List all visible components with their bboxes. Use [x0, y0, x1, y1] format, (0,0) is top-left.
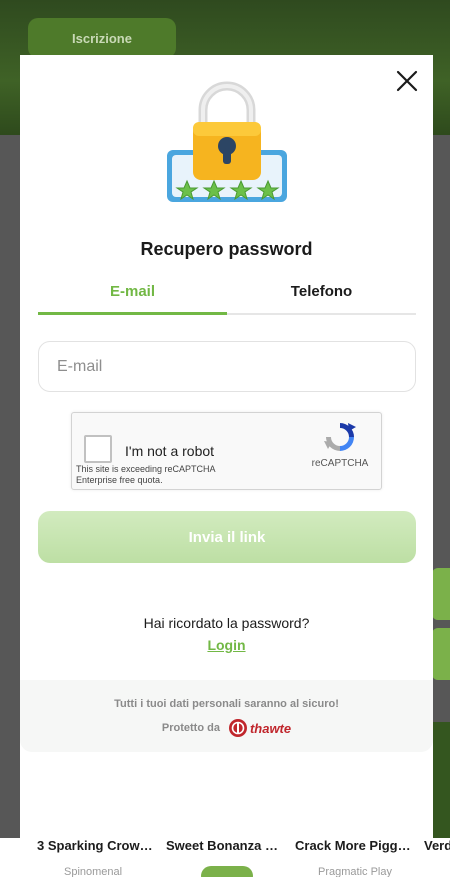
- recaptcha-quota-note: This site is exceeding reCAPTCHA Enterpr…: [76, 464, 246, 486]
- recaptcha-note-prefix: This site is exceeding: [76, 464, 165, 474]
- send-link-button[interactable]: Invia il link: [38, 511, 416, 563]
- side-button[interactable]: [432, 568, 450, 620]
- game-title[interactable]: Verd: [424, 838, 450, 853]
- game-thumbnail: [432, 722, 450, 840]
- thawte-badge: thawte: [228, 718, 291, 738]
- scroll-pill[interactable]: [201, 866, 253, 877]
- recaptcha-icon[interactable]: [322, 419, 358, 455]
- recaptcha-note-suffix: .: [160, 475, 163, 485]
- page-title: Recupero password: [140, 239, 313, 259]
- protected-label: Protetto da: [161, 722, 220, 734]
- security-footer: Tutti i tuoi dati personali saranno al s…: [20, 680, 433, 752]
- protected-by: Protetto da thawte: [20, 718, 433, 738]
- thawte-wordmark: thawte: [249, 720, 292, 736]
- recovery-tabs: E-mail Telefono: [38, 281, 416, 315]
- tab-phone[interactable]: Telefono: [227, 281, 416, 313]
- recaptcha-brand: reCAPTCHA: [311, 458, 369, 469]
- close-icon[interactable]: [395, 69, 419, 93]
- game-provider: Spinomenal: [64, 866, 123, 877]
- side-button[interactable]: [432, 628, 450, 680]
- email-field[interactable]: [38, 341, 416, 392]
- game-title[interactable]: Crack More Pigg…: [295, 838, 411, 853]
- thawte-logo-icon: [228, 719, 247, 737]
- recaptcha-label: I'm not a robot: [125, 443, 215, 459]
- security-note: Tutti i tuoi dati personali saranno al s…: [114, 698, 339, 710]
- game-title[interactable]: 3 Sparking Crow…: [37, 838, 153, 853]
- recaptcha-checkbox[interactable]: [84, 435, 112, 463]
- signup-button[interactable]: Iscrizione: [28, 18, 176, 58]
- tab-email[interactable]: E-mail: [38, 281, 227, 315]
- recaptcha-widget: I'm not a robot This site is exceeding r…: [71, 412, 382, 490]
- padlock-password-icon: [165, 80, 289, 205]
- login-link[interactable]: Login: [20, 637, 433, 653]
- password-recovery-modal: Recupero password E-mail Telefono I'm no…: [20, 55, 433, 838]
- remember-password-text: Hai ricordato la password?: [143, 615, 310, 631]
- game-title[interactable]: Sweet Bonanza …: [166, 838, 278, 853]
- game-provider: Pragmatic Play: [318, 866, 392, 877]
